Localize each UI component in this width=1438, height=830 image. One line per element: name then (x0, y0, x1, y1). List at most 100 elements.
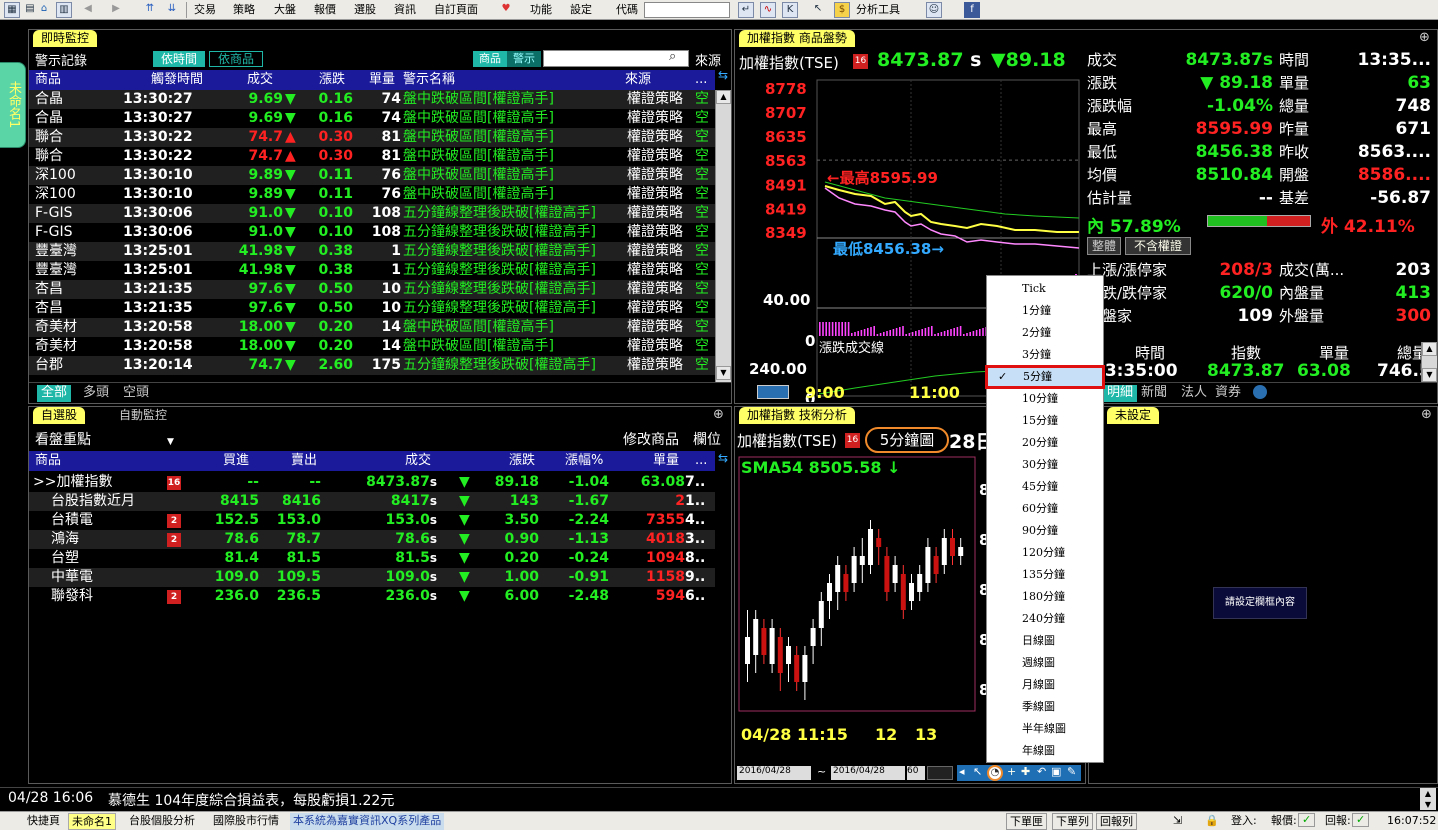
col-volume[interactable]: 單量 (369, 70, 395, 90)
pointer-icon[interactable]: ↖ (973, 765, 982, 778)
page-icon[interactable]: ▥ (56, 2, 72, 18)
dollar-icon[interactable]: $ (834, 2, 850, 18)
date-to-input[interactable]: 2016/04/28 (831, 766, 905, 780)
wcol-price[interactable]: 成交 (405, 451, 431, 471)
side-layout-tab[interactable]: 未命名1 (0, 62, 26, 148)
alert-row[interactable]: F-GIS 13:30:06 91.0 ▼ 0.10 108 五分鐘線整理後跌破[權證高手]… (29, 204, 715, 223)
prev-icon[interactable]: ◂ (959, 765, 965, 778)
period-option[interactable]: ✓ 5分鐘 (985, 365, 1105, 389)
tick-scrollbar[interactable]: ▲ ▼ (1421, 342, 1437, 382)
modify-products-button[interactable]: 修改商品 (623, 429, 679, 449)
period-option[interactable]: 45分鐘 (987, 476, 1103, 498)
wcol-change[interactable]: 漲跌 (509, 451, 535, 471)
scroll-down-icon[interactable]: ⇊ (164, 2, 180, 18)
watch-row[interactable]: 台積電 2 152.5 153.0 153.0s ▼ 3.50 -2.24 7355 4.. (29, 511, 715, 530)
alert-row[interactable]: F-GIS 13:30:06 91.0 ▼ 0.10 108 五分鐘線整理後跌破[權證高手]… (29, 223, 715, 242)
period-option[interactable]: 月線圖 (987, 674, 1103, 696)
news-scroll-icon[interactable]: ▲ ▼ (1420, 788, 1436, 810)
menu-screen[interactable]: 選股 (354, 2, 376, 18)
group-selector[interactable]: 看盤重點 ▼ (35, 429, 174, 449)
enter-icon[interactable]: ↵ (738, 2, 754, 18)
filter-alert-toggle[interactable]: 警示 (507, 51, 541, 67)
col-source[interactable]: 來源 (625, 70, 651, 90)
task-stock-analysis[interactable]: 台股個股分析 (126, 813, 198, 830)
period-option[interactable]: 日線圖 (987, 630, 1103, 652)
lock-icon[interactable]: 🔒 (1202, 813, 1222, 830)
period-option[interactable]: 半年線圖 (987, 718, 1103, 740)
expand-icon[interactable]: ⇲ (1170, 813, 1185, 830)
chart-tool-icon[interactable] (757, 385, 789, 399)
col-more[interactable]: ... (695, 70, 707, 90)
alert-row[interactable]: 合晶 13:30:27 9.69 ▼ 0.16 74 盤中跌破區間[權證高手] 權證策略空 (29, 90, 715, 109)
period-option[interactable]: 年線圖 (987, 740, 1103, 762)
tab-bull[interactable]: 多頭 (79, 385, 113, 402)
search-icon[interactable]: ⌕ (669, 49, 676, 64)
wcol-more[interactable]: ... (695, 451, 707, 471)
alert-row[interactable]: 奇美材 13:20:58 18.00 ▼ 0.20 14 盤中跌破區間[權證高手] 權證策略空 (29, 318, 715, 337)
analysis-tools-menu[interactable]: 分析工具 (856, 2, 900, 18)
unset-zoom-icon[interactable]: ⊕ (1421, 407, 1432, 422)
chart-icon[interactable]: ∿ (760, 2, 776, 18)
news-headline[interactable]: 慕德生 104年度綜合損益表，每股虧損1.22元 (108, 790, 394, 810)
heart-icon[interactable]: ♥ (498, 2, 514, 18)
period-option[interactable]: 20分鐘 (987, 432, 1103, 454)
columns-button[interactable]: 欄位 (693, 429, 721, 449)
color-swatch[interactable] (927, 766, 953, 780)
menu-function[interactable]: 功能 (530, 2, 552, 18)
alerts-scrollbar[interactable]: ▲ ▼ (715, 90, 731, 382)
menu-trade[interactable]: 交易 (194, 2, 216, 18)
tab-bear[interactable]: 空頭 (119, 385, 153, 402)
alert-row[interactable]: 豐臺灣 13:25:01 41.98 ▼ 0.38 1 五分鐘線整理後跌破[權證高手] 權證策… (29, 242, 715, 261)
alert-row[interactable]: 合晶 13:30:27 9.69 ▼ 0.16 74 盤中跌破區間[權證高手] 權證策略空 (29, 109, 715, 128)
period-option[interactable]: 135分鐘 (987, 564, 1103, 586)
period-selector[interactable]: 5分鐘圖 (865, 427, 949, 453)
crosshair-icon[interactable]: ✚ (1021, 765, 1030, 778)
period-option[interactable]: 240分鐘 (987, 608, 1103, 630)
period-option[interactable]: 30分鐘 (987, 454, 1103, 476)
alert-row[interactable]: 台郡 13:20:14 74.7 ▼ 2.60 175 五分鐘線整理後跌破[權證高手] 權證策… (29, 356, 715, 375)
globe-icon[interactable] (1253, 385, 1267, 399)
tick-scroll-up-icon[interactable]: ▲ (1422, 342, 1437, 356)
period-clock-icon[interactable]: ◔ (987, 765, 1003, 781)
capture-icon[interactable]: ▣ (1051, 765, 1061, 778)
watch-row[interactable]: >>加權指數 16 -- -- 8473.87s ▼ 89.18 -1.04 63.08 7.. (29, 473, 715, 492)
watchlist-tab[interactable]: 自選股 (33, 407, 86, 424)
wcol-ask[interactable]: 賣出 (291, 451, 317, 471)
code-input[interactable] (644, 2, 730, 18)
date-from-input[interactable]: 2016/04/28 (737, 766, 811, 780)
dropdown-arrow-icon[interactable]: ▼ (167, 437, 174, 447)
tick-row[interactable]: 13:35:00 8473.87 63.08 746.51 (1087, 361, 1437, 381)
period-option[interactable]: 季線圖 (987, 696, 1103, 718)
watch-row[interactable]: 中華電 109.0 109.5 109.0s ▼ 1.00 -0.91 1158 9.. (29, 568, 715, 587)
period-option[interactable]: 120分鐘 (987, 542, 1103, 564)
menu-market[interactable]: 大盤 (274, 2, 296, 18)
period-option[interactable]: 15分鐘 (987, 410, 1103, 432)
whole-market-button[interactable]: 整體 (1087, 237, 1121, 255)
wcol-volume[interactable]: 單量 (653, 451, 679, 471)
facebook-icon[interactable]: f (964, 2, 980, 18)
watch-column-config-icon[interactable]: ⇆ (715, 451, 731, 471)
alert-row[interactable]: 杏昌 13:21:35 97.6 ▼ 0.50 10 五分鐘線整理後跌破[權證高手] 權證策略… (29, 280, 715, 299)
alert-row[interactable]: 聯合 13:30:22 74.7 ▲ 0.30 81 盤中跌破區間[權證高手] 權證策略空 (29, 147, 715, 166)
alert-row[interactable]: 深100 13:30:10 9.89 ▼ 0.11 76 盤中跌破區間[權證高手] 權證策略空 (29, 166, 715, 185)
menu-custom-page[interactable]: 自訂頁面 (434, 2, 478, 18)
zoom-icon[interactable]: ⊕ (1419, 30, 1430, 45)
tab-institutional[interactable]: 法人 (1177, 385, 1211, 402)
tab-detail[interactable]: 明細 (1103, 385, 1138, 402)
auto-monitor-tab[interactable]: 自動監控 (115, 407, 171, 424)
filter-product-toggle[interactable]: 商品 (473, 51, 507, 67)
windows-icon[interactable]: ▦ (4, 2, 20, 18)
watch-row[interactable]: 台塑 81.4 81.5 81.5s ▼ 0.20 -0.24 1094 8.. (29, 549, 715, 568)
tab-margin[interactable]: 資券 (1211, 385, 1245, 402)
alert-row[interactable]: 深100 13:30:10 9.89 ▼ 0.11 76 盤中跌破區間[權證高手] 權證策略空 (29, 185, 715, 204)
task-intl-markets[interactable]: 國際股市行情 (210, 813, 282, 830)
alert-row[interactable]: 杏昌 13:21:35 97.6 ▼ 0.50 10 五分鐘線整理後跌破[權證高手] 權證策略… (29, 299, 715, 318)
wcol-product[interactable]: 商品 (35, 451, 61, 471)
period-option[interactable]: Tick (987, 278, 1103, 300)
wcol-bid[interactable]: 買進 (223, 451, 249, 471)
order-box-button[interactable]: 下單匣 (1006, 813, 1047, 830)
period-option[interactable]: 2分鐘 (987, 322, 1103, 344)
report-bar-button[interactable]: 回報列 (1096, 813, 1137, 830)
period-option[interactable]: 1分鐘 (987, 300, 1103, 322)
wcol-pct[interactable]: 漲幅% (565, 451, 603, 471)
